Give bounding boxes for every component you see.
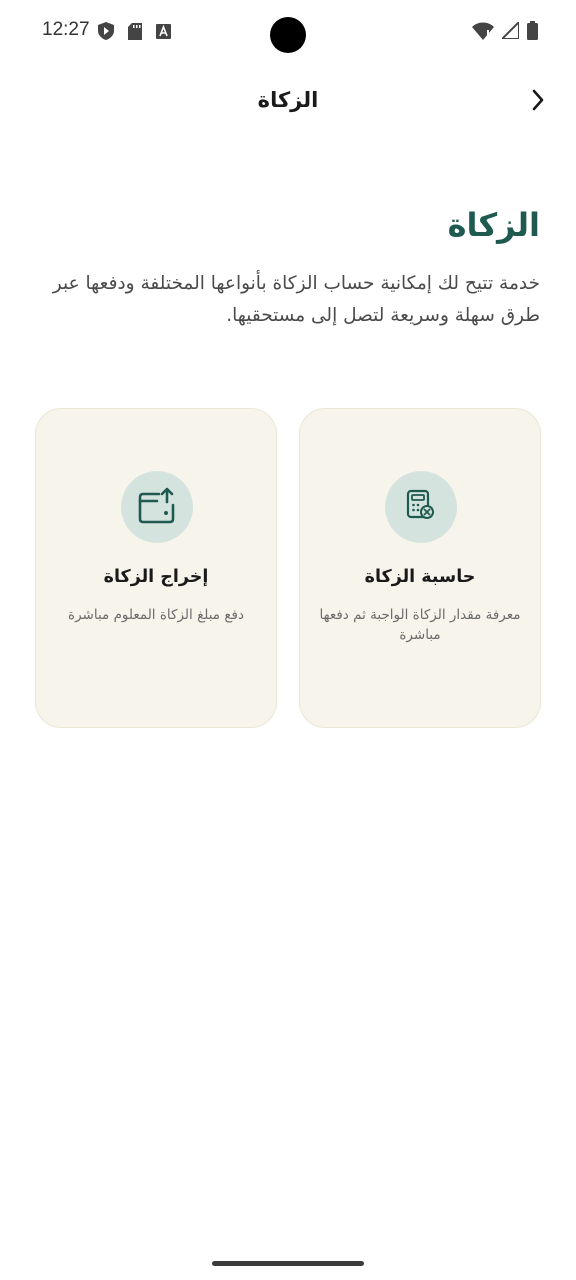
signal-icon [499, 19, 520, 43]
status-bar: 12:27 [0, 0, 576, 64]
app-bar: الزكاة [0, 74, 576, 130]
card-icon-circle [385, 471, 457, 543]
back-button[interactable] [522, 86, 554, 118]
status-icons-right [472, 19, 538, 44]
wallet-upload-icon [137, 486, 177, 528]
shield-play-icon [98, 22, 114, 44]
pay-zakat-card[interactable]: إخراج الزكاة دفع مبلغ الزكاة المعلوم مبا… [35, 408, 277, 728]
font-a-icon [156, 23, 171, 43]
page-heading: الزكاة [447, 206, 540, 244]
chevron-right-icon [530, 88, 546, 116]
app-bar-title: الزكاة [257, 88, 319, 112]
page-description: خدمة تتيح لك إمكانية حساب الزكاة بأنواعه… [52, 273, 540, 326]
gesture-nav-handle[interactable] [212, 1261, 364, 1266]
card-title: حاسبة الزكاة [364, 567, 476, 587]
status-time: 12:27 [42, 19, 90, 40]
card-description: دفع مبلغ الزكاة المعلوم مباشرة [68, 607, 244, 623]
wifi-icon [472, 22, 494, 44]
zakat-calculator-card[interactable]: حاسبة الزكاة معرفة مقدار الزكاة الواجبة … [299, 408, 541, 728]
sd-card-icon [128, 22, 142, 44]
card-title: إخراج الزكاة [103, 567, 209, 587]
battery-icon [527, 21, 538, 44]
front-camera [270, 17, 306, 53]
calculator-icon [406, 489, 436, 525]
card-icon-circle [121, 471, 193, 543]
status-icons-left [98, 22, 171, 44]
card-description: معرفة مقدار الزكاة الواجبة ثم دفعها مباش… [319, 607, 521, 643]
